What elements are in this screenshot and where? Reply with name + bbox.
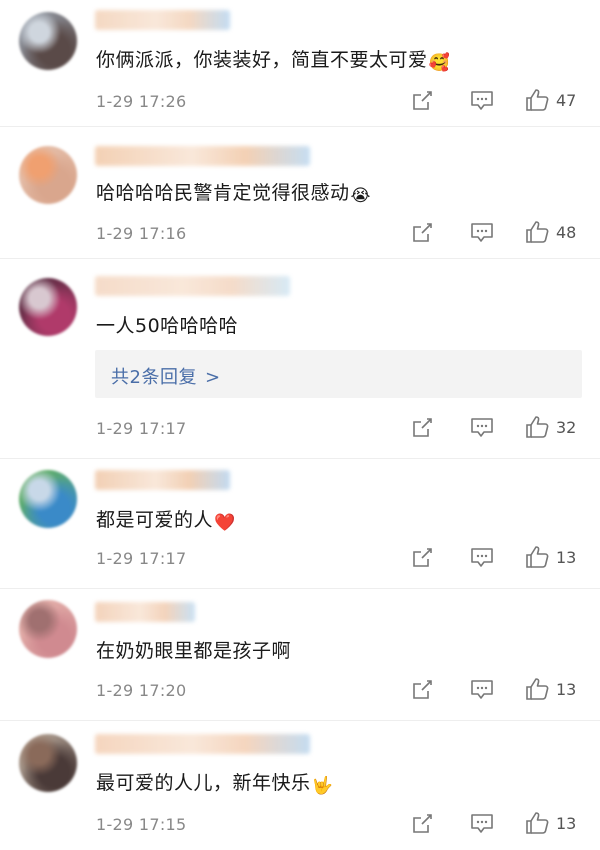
share-button[interactable] xyxy=(411,547,433,569)
share-button[interactable] xyxy=(411,813,433,835)
share-icon xyxy=(413,680,432,699)
share-icon xyxy=(413,91,432,110)
timestamp: 1-29 17:20 xyxy=(96,681,187,700)
share-icon xyxy=(413,548,432,567)
comment-item: 你俩派派，你装装好，简直不要太可爱🥰 1-29 17:26 47 xyxy=(0,0,600,127)
comment-text: 最可爱的人儿，新年快乐🤟 xyxy=(96,770,333,799)
like-button[interactable]: 32 xyxy=(525,415,576,439)
comment-text: 在奶奶眼里都是孩子啊 xyxy=(96,638,291,664)
avatar[interactable] xyxy=(19,146,77,204)
chevron-right-icon: > xyxy=(204,367,221,388)
emoji-icon: 🤟 xyxy=(311,776,334,796)
timestamp: 1-29 17:15 xyxy=(96,815,187,834)
like-button[interactable]: 13 xyxy=(525,811,576,835)
replies-label: 共2条回复 > xyxy=(111,363,221,389)
timestamp: 1-29 17:16 xyxy=(96,224,187,243)
timestamp: 1-29 17:17 xyxy=(96,419,187,438)
avatar[interactable] xyxy=(19,278,77,336)
share-button[interactable] xyxy=(411,222,433,244)
comment-text: 都是可爱的人❤️ xyxy=(96,507,236,536)
like-icon xyxy=(526,812,549,834)
share-icon xyxy=(413,418,432,437)
like-button[interactable]: 13 xyxy=(525,545,576,569)
comment-text: 哈哈哈哈民警肯定觉得很感动😭 xyxy=(96,180,371,209)
comment-icon xyxy=(471,548,493,567)
emoji-icon: 🥰 xyxy=(428,53,451,73)
comment-icon xyxy=(471,223,493,242)
comment-item: 在奶奶眼里都是孩子啊 1-29 17:20 13 xyxy=(0,588,600,721)
avatar[interactable] xyxy=(19,470,77,528)
like-count: 13 xyxy=(556,679,577,699)
share-icon xyxy=(413,223,432,242)
comment-button[interactable] xyxy=(470,417,494,439)
avatar[interactable] xyxy=(19,734,77,792)
comment-body: 最可爱的人儿，新年快乐 xyxy=(96,772,311,794)
replies-count-text: 共2条回复 xyxy=(111,367,197,388)
timestamp: 1-29 17:26 xyxy=(96,92,187,111)
like-icon xyxy=(526,221,549,243)
like-icon xyxy=(526,546,549,568)
comment-item: 都是可爱的人❤️ 1-29 17:17 13 xyxy=(0,458,600,589)
timestamp: 1-29 17:17 xyxy=(96,549,187,568)
comment-body: 在奶奶眼里都是孩子啊 xyxy=(96,640,292,662)
replies-link[interactable]: 共2条回复 > xyxy=(95,350,582,398)
username[interactable] xyxy=(95,602,195,622)
comment-item: 一人50哈哈哈哈 共2条回复 > 1-29 17:17 32 xyxy=(0,258,600,459)
comment-icon xyxy=(471,814,493,833)
comment-icon xyxy=(471,418,493,437)
avatar[interactable] xyxy=(19,600,77,658)
like-count: 32 xyxy=(556,417,577,437)
like-count: 13 xyxy=(556,547,577,567)
comment-button[interactable] xyxy=(470,813,494,835)
like-count: 48 xyxy=(556,222,577,242)
username[interactable] xyxy=(95,276,290,296)
like-icon xyxy=(526,678,549,700)
like-count: 13 xyxy=(556,813,577,833)
comment-text: 你俩派派，你装装好，简直不要太可爱🥰 xyxy=(96,47,450,76)
username[interactable] xyxy=(95,10,230,30)
comment-text: 一人50哈哈哈哈 xyxy=(96,313,238,339)
like-button[interactable]: 47 xyxy=(525,88,576,112)
share-button[interactable] xyxy=(411,679,433,701)
username[interactable] xyxy=(95,734,310,754)
comment-body: 都是可爱的人 xyxy=(96,509,214,531)
comment-body: 一人50哈哈哈哈 xyxy=(96,315,239,337)
share-button[interactable] xyxy=(411,90,433,112)
like-icon xyxy=(526,89,549,111)
comment-item: 哈哈哈哈民警肯定觉得很感动😭 1-29 17:16 48 xyxy=(0,126,600,259)
comment-item: 最可爱的人儿，新年快乐🤟 1-29 17:15 13 xyxy=(0,720,600,850)
share-button[interactable] xyxy=(411,417,433,439)
share-icon xyxy=(413,814,432,833)
emoji-icon: 😭 xyxy=(350,186,371,206)
like-icon xyxy=(526,416,549,438)
comment-icon xyxy=(471,91,493,110)
comment-button[interactable] xyxy=(470,547,494,569)
comment-body: 哈哈哈哈民警肯定觉得很感动 xyxy=(96,182,350,204)
comment-button[interactable] xyxy=(470,679,494,701)
comment-icon xyxy=(471,680,493,699)
avatar[interactable] xyxy=(19,12,77,70)
like-count: 47 xyxy=(556,90,577,110)
comment-body: 你俩派派，你装装好，简直不要太可爱 xyxy=(96,49,428,71)
like-button[interactable]: 48 xyxy=(525,220,576,244)
comment-button[interactable] xyxy=(470,222,494,244)
username[interactable] xyxy=(95,146,310,166)
like-button[interactable]: 13 xyxy=(525,677,576,701)
comment-button[interactable] xyxy=(470,90,494,112)
username[interactable] xyxy=(95,470,230,490)
heart-icon: ❤️ xyxy=(214,513,236,533)
